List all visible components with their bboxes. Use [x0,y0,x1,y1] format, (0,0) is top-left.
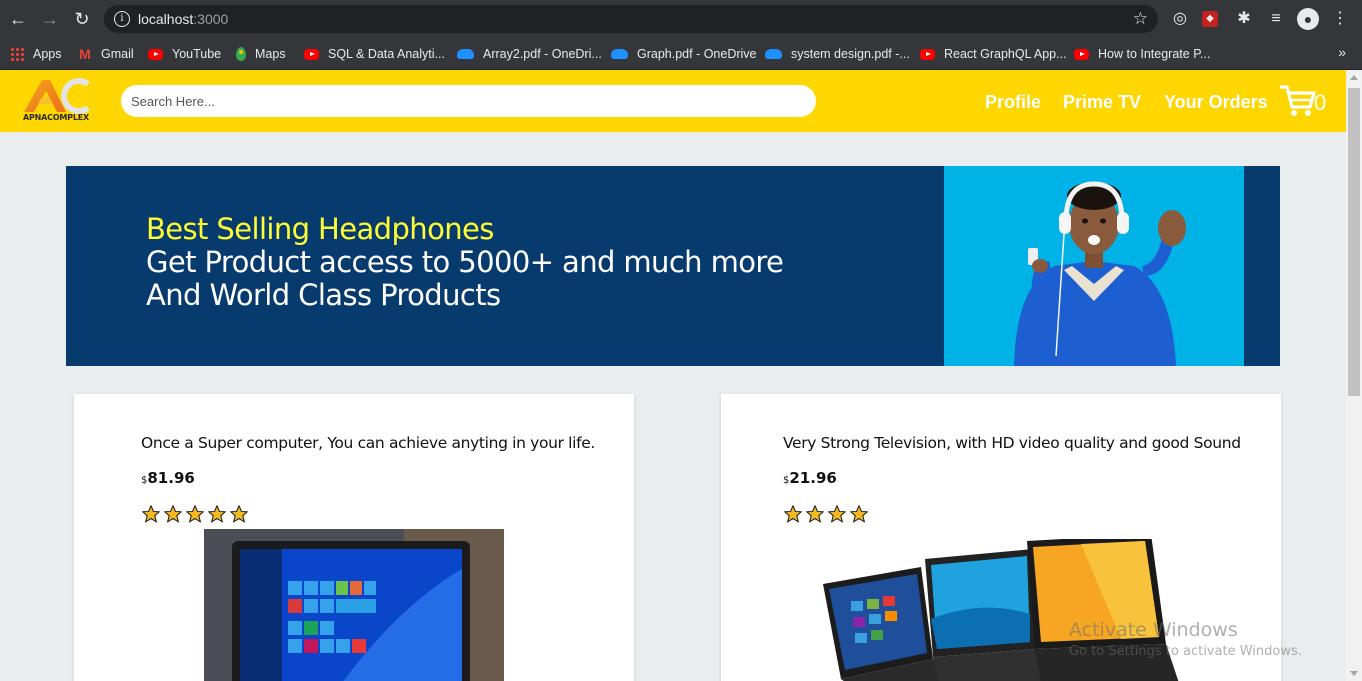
hero-banner[interactable]: Best Selling Headphones Get Product acce… [66,166,1280,366]
bookmark-sql[interactable]: SQL & Data Analyti... [304,44,445,64]
star-icon [208,505,226,523]
bookmark-maps[interactable]: Maps [236,44,286,64]
bookmarks-bar: Apps M Gmail YouTube Maps SQL & Data Ana… [0,38,1362,70]
windows-activation-title: Activate Windows [1069,619,1238,641]
person-with-headphones-image [1014,181,1186,366]
maps-pin-icon [236,47,246,61]
star-icon [850,505,868,523]
star-icon [164,505,182,523]
laptop-product-image[interactable] [204,529,504,681]
forward-arrow-icon[interactable]: → [40,9,60,29]
bookmark-youtube[interactable]: YouTube [148,44,221,64]
star-icon [186,505,204,523]
windows-activation-subtitle: Go to Settings to activate Windows. [1069,644,1302,659]
product-rating [141,504,249,524]
apps-grid-icon [10,47,24,61]
youtube-icon [148,48,163,60]
bookmark-how-to-integrate[interactable]: How to Integrate P... [1074,44,1210,64]
bookmarks-overflow-button[interactable]: » [1338,44,1346,60]
bookmark-array2[interactable]: Array2.pdf - OneDri... [457,44,602,64]
youtube-icon [1074,48,1089,60]
onedrive-icon [765,49,782,59]
page-scrollbar[interactable] [1346,70,1362,681]
star-icon [828,505,846,523]
youtube-icon [920,48,935,60]
laptops-product-image[interactable] [821,539,1181,681]
extension-red-icon[interactable]: ◆ [1202,11,1218,27]
site-info-icon[interactable]: i [114,11,130,27]
youtube-icon [304,48,319,60]
banner-headphones-image [944,166,1244,366]
banner-subline: Get Product access to 5000+ and much mor… [146,245,784,279]
target-extension-icon[interactable]: ◎ [1170,9,1190,29]
site-header: APNACOMPLEX Profile Prime TV Your Orders… [0,70,1346,132]
windows-laptop-image [204,529,504,681]
product-title[interactable]: Once a Super computer, You can achieve a… [141,434,595,452]
nav-profile-link[interactable]: Profile [985,92,1041,113]
bookmark-star-icon[interactable]: ☆ [1133,9,1148,29]
bookmark-graph[interactable]: Graph.pdf - OneDrive [611,44,757,64]
product-card[interactable]: Once a Super computer, You can achieve a… [74,394,634,681]
scroll-down-arrow-icon[interactable] [1350,671,1358,676]
star-icon [806,505,824,523]
shopping-cart-icon[interactable] [1280,84,1316,118]
reload-icon[interactable]: ↻ [72,9,92,29]
logo-mark-icon [24,78,90,114]
bookmark-gmail[interactable]: M Gmail [78,44,134,64]
product-price: $81.96 [141,469,195,487]
product-title[interactable]: Very Strong Television, with HD video qu… [783,434,1241,452]
back-arrow-icon[interactable]: ← [8,9,28,29]
cart-count[interactable]: 0 [1314,90,1326,116]
scroll-thumb[interactable] [1348,88,1360,396]
address-bar[interactable]: i localhost:3000 ☆ [104,5,1158,33]
url-text[interactable]: localhost:3000 [138,11,228,27]
star-icon [784,505,802,523]
profile-avatar-icon[interactable]: ● [1297,8,1319,30]
puzzle-extensions-icon[interactable]: ✱ [1234,9,1254,29]
bookmark-apps[interactable]: Apps [10,44,62,64]
onedrive-icon [457,49,474,59]
bookmark-system-design[interactable]: system design.pdf -... [765,44,910,64]
site-logo[interactable]: APNACOMPLEX [22,76,92,126]
scroll-up-arrow-icon[interactable] [1350,75,1358,80]
nav-your-orders-link[interactable]: Your Orders [1164,92,1268,113]
media-queue-icon[interactable]: ≡ [1266,9,1286,29]
banner-headline: Best Selling Headphones [146,212,494,246]
page-viewport: APNACOMPLEX Profile Prime TV Your Orders… [0,70,1346,681]
browser-menu-icon[interactable]: ⋮ [1330,9,1350,29]
onedrive-icon [611,49,628,59]
product-rating [783,504,869,524]
banner-subline-2: And World Class Products [146,278,501,312]
browser-toolbar: ← → ↻ i localhost:3000 ☆ ◎ ◆ ✱ ≡ ● ⋮ [0,0,1362,38]
three-laptops-image [823,539,1179,681]
bookmark-react-graphql[interactable]: React GraphQL App... [920,44,1067,64]
gmail-icon: M [79,46,91,62]
nav-prime-tv-link[interactable]: Prime TV [1063,92,1141,113]
star-icon [230,505,248,523]
product-price: $21.96 [783,469,837,487]
logo-text: APNACOMPLEX [23,113,89,122]
search-input[interactable] [121,85,816,117]
star-icon [142,505,160,523]
